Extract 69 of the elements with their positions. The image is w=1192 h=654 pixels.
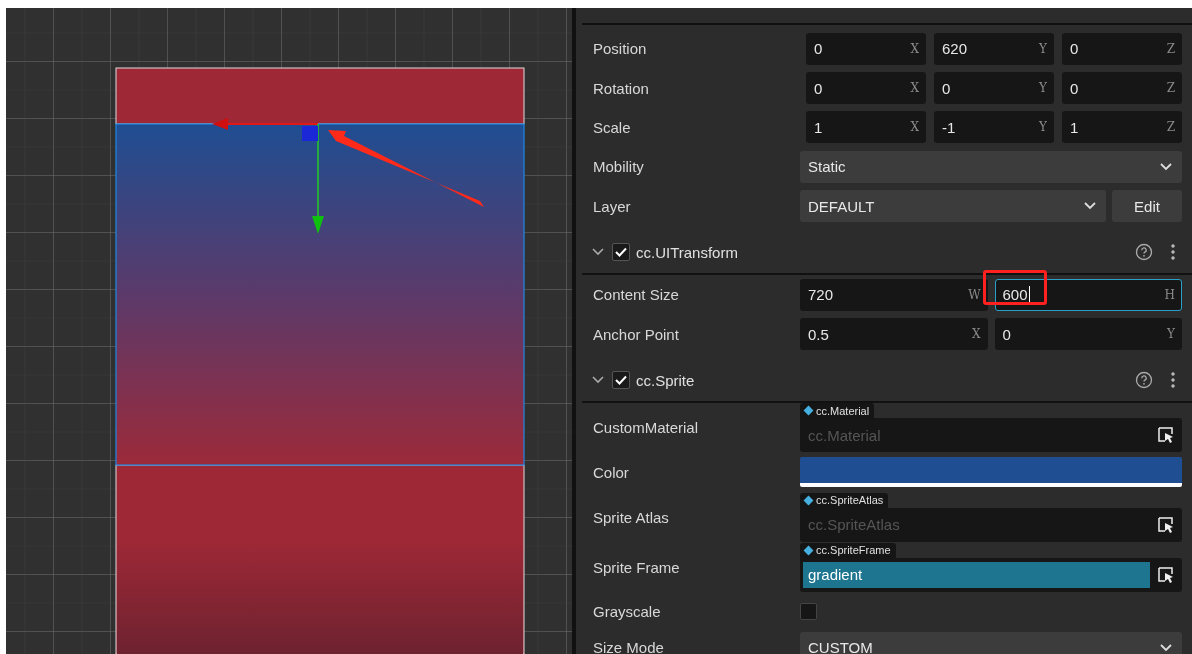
asset-placeholder: cc.SpriteAtlas (807, 516, 900, 534)
axis-label: Z (1166, 81, 1175, 96)
number-field[interactable]: 1 Z (1062, 111, 1182, 144)
asset-type-label: cc.SpriteAtlas (816, 494, 884, 507)
dropdown[interactable]: CUSTOM (800, 631, 1182, 654)
expand-chevron-icon[interactable] (592, 248, 604, 257)
component-title: cc.Sprite (636, 371, 695, 389)
asset-type-label: cc.SpriteFrame (816, 544, 891, 557)
checkbox[interactable] (800, 603, 817, 621)
axis-label: Y (1039, 41, 1047, 56)
property-label: Sprite Frame (593, 558, 681, 576)
number-field[interactable]: 0 X (806, 32, 926, 65)
axis-label: X (910, 81, 919, 96)
property-label: Mobility (593, 158, 645, 176)
asset-placeholder: cc.Material (807, 426, 881, 444)
help-icon[interactable] (1135, 243, 1153, 262)
component-header[interactable]: cc.UITransform (582, 231, 1192, 275)
property-label: CustomMaterial (593, 419, 700, 437)
number-field[interactable]: 0 Y (994, 318, 1182, 351)
axis-label: W (968, 287, 981, 302)
asset-value: gradient (803, 561, 1150, 588)
axis-label: X (971, 327, 981, 342)
component-header[interactable]: cc.Sprite (582, 359, 1192, 403)
number-field[interactable]: 0.5 X (800, 318, 988, 351)
number-field[interactable]: 620 Y (934, 32, 1054, 65)
more-options-icon[interactable] (1171, 372, 1175, 389)
number-field[interactable]: 0 Z (1062, 72, 1182, 105)
property-label: Position (593, 40, 648, 58)
property-label: Grayscale (593, 603, 662, 621)
transform-gizmo[interactable] (212, 118, 324, 234)
more-options-icon[interactable] (1171, 244, 1175, 261)
property-label: Rotation (593, 79, 650, 97)
axis-label: Y (1167, 327, 1175, 342)
property-label: Content Size (593, 286, 680, 304)
property-label: Color (593, 463, 630, 481)
number-field[interactable]: 0 Z (1062, 32, 1182, 65)
asset-field[interactable]: gradient (800, 557, 1182, 592)
property-label: Anchor Point (593, 325, 680, 343)
axis-label: Y (1039, 120, 1047, 135)
property-label: Layer (593, 197, 632, 215)
number-field[interactable]: -1 Y (934, 111, 1054, 144)
asset-type-label: cc.Material (816, 404, 870, 417)
property-label: Scale (593, 118, 632, 136)
axis-label: Z (1166, 41, 1175, 56)
dropdown[interactable]: DEFAULT (800, 190, 1106, 223)
chevron-down-icon (1160, 162, 1172, 171)
axis-label: H (1164, 287, 1175, 302)
number-field[interactable]: 720 W (800, 278, 988, 311)
dropdown[interactable]: Static (800, 150, 1182, 183)
axis-label: Y (1039, 81, 1047, 96)
color-swatch[interactable] (800, 457, 1182, 488)
checkbox[interactable] (612, 371, 630, 390)
number-field[interactable]: 1 X (806, 111, 926, 144)
property-label: Sprite Atlas (593, 508, 670, 526)
edit-button[interactable]: Edit (1112, 190, 1182, 223)
component-title: cc.UITransform (636, 243, 738, 261)
checkbox[interactable] (612, 243, 630, 262)
property-label: Size Mode (593, 639, 665, 654)
axis-label: Z (1166, 120, 1175, 135)
expand-chevron-icon[interactable] (592, 376, 604, 385)
number-field[interactable]: 0 Y (934, 72, 1054, 105)
chevron-down-icon (1084, 202, 1096, 211)
help-icon[interactable] (1135, 371, 1153, 390)
number-field[interactable]: 600 H (994, 278, 1182, 311)
chevron-down-icon (1160, 643, 1172, 652)
text-cursor (1028, 286, 1030, 304)
axis-label: X (910, 41, 919, 56)
number-field[interactable]: 0 X (806, 72, 926, 105)
axis-label: X (910, 120, 919, 135)
